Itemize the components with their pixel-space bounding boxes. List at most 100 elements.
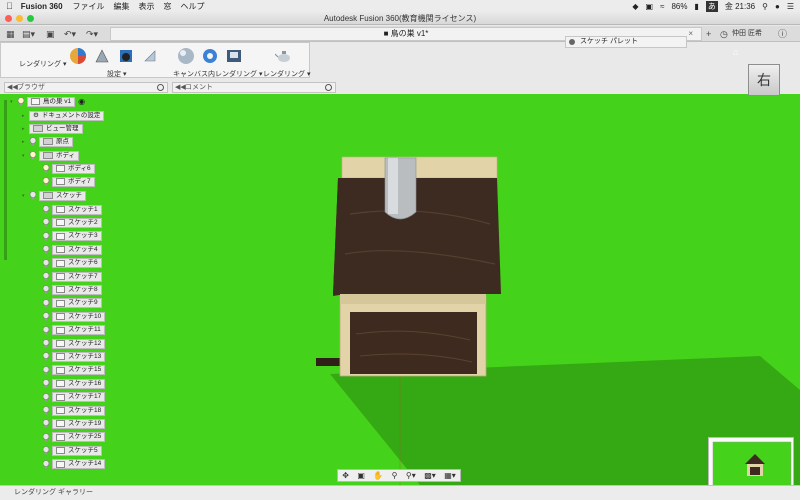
viewcube[interactable]: 右 <box>748 64 780 96</box>
origin-label[interactable]: 原点 <box>39 136 73 147</box>
tree-item-sketch[interactable]: スケッチ18 <box>42 405 106 416</box>
tree-item-sketch[interactable]: スケッチ9 <box>42 298 102 309</box>
tree-item-sketches[interactable]: ▾ スケッチ <box>22 190 86 201</box>
tree-root[interactable]: ▾ 鳥の巣 v1 ◉ <box>10 96 85 107</box>
sketch-label[interactable]: スケッチ16 <box>52 378 106 389</box>
visibility-bulb-icon[interactable] <box>42 312 50 321</box>
pan-icon[interactable]: ✋ <box>373 471 383 480</box>
tree-item-sketch[interactable]: スケッチ13 <box>42 351 106 362</box>
sketch-label[interactable]: スケッチ5 <box>52 445 102 456</box>
comment-pin-icon[interactable] <box>325 84 332 91</box>
minimize-window-button[interactable] <box>16 15 23 22</box>
capture-image-icon[interactable] <box>225 47 243 65</box>
grid-icon[interactable]: ▦ <box>6 28 15 40</box>
ime-indicator[interactable]: あ <box>705 0 718 12</box>
canvas-render-group-label[interactable]: キャンバス内レンダリング ▾ <box>173 69 262 79</box>
zoom-window-button[interactable] <box>27 15 34 22</box>
visibility-bulb-icon[interactable] <box>29 137 37 146</box>
tree-item-sketch[interactable]: スケッチ10 <box>42 311 106 322</box>
sketch-label[interactable]: スケッチ19 <box>52 418 106 429</box>
sketch-palette-header[interactable]: スケッチ パレット <box>565 36 687 48</box>
home-view-icon[interactable]: ⌂ <box>733 47 743 57</box>
close-tab-icon[interactable]: × <box>688 28 693 40</box>
visibility-bulb-icon[interactable] <box>29 151 37 160</box>
visibility-bulb-icon[interactable] <box>29 191 37 200</box>
palette-toggle-icon[interactable] <box>569 39 575 45</box>
tree-item-view-mgmt[interactable]: ▸ ビュー管理 <box>22 123 83 134</box>
comment-panel-header[interactable]: ◀◀ コメント <box>172 82 336 93</box>
tree-item-sketch[interactable]: スケッチ8 <box>42 284 102 295</box>
texture-map-icon[interactable] <box>117 47 135 65</box>
appearance-icon[interactable] <box>93 47 111 65</box>
sketch-label[interactable]: スケッチ18 <box>52 405 106 416</box>
close-window-button[interactable] <box>5 15 12 22</box>
visibility-bulb-icon[interactable] <box>42 177 50 186</box>
grid-settings-icon[interactable]: ▦▾ <box>444 471 456 480</box>
menu-view[interactable]: 表示 <box>139 1 155 12</box>
browser-pin-icon[interactable] <box>157 84 164 91</box>
display-settings-icon[interactable]: ▩▾ <box>424 471 436 480</box>
siri-icon[interactable]: ● <box>775 2 780 11</box>
undo-icon[interactable]: ↶▾ <box>64 28 76 40</box>
tree-item-sketch[interactable]: スケッチ17 <box>42 392 106 403</box>
sketch-label[interactable]: スケッチ4 <box>52 244 102 255</box>
visibility-bulb-icon[interactable] <box>42 339 50 348</box>
tree-item-sketch[interactable]: スケッチ5 <box>42 445 102 456</box>
help-icon[interactable]: ⓘ <box>778 28 787 40</box>
fit-icon[interactable]: ⚲▾ <box>406 471 416 480</box>
expand-arrow-icon[interactable]: ▾ <box>22 153 28 159</box>
tree-item-sketch[interactable]: スケッチ6 <box>42 258 102 269</box>
tree-item-body-6[interactable]: ボディ6 <box>42 163 95 174</box>
sketch-label[interactable]: スケッチ3 <box>52 231 102 242</box>
sketch-label[interactable]: スケッチ25 <box>52 432 106 443</box>
sketches-label[interactable]: スケッチ <box>39 190 86 201</box>
tree-item-sketch[interactable]: スケッチ7 <box>42 271 102 282</box>
visibility-bulb-icon[interactable] <box>42 446 50 455</box>
sketch-label[interactable]: スケッチ13 <box>52 351 106 362</box>
expand-arrow-icon[interactable]: ▸ <box>22 139 28 145</box>
expand-arrow-icon[interactable]: ▸ <box>22 126 28 132</box>
notification-icon[interactable]: ☰ <box>787 2 794 11</box>
setup-group-label[interactable]: 設定 ▾ <box>107 69 126 79</box>
sketch-label[interactable]: スケッチ6 <box>52 258 102 269</box>
visibility-bulb-icon[interactable] <box>42 459 50 469</box>
visibility-bulb-icon[interactable] <box>42 392 50 402</box>
visibility-bulb-icon[interactable] <box>42 298 50 308</box>
body-6-label[interactable]: ボディ6 <box>52 163 95 174</box>
body-7-label[interactable]: ボディ7 <box>52 176 95 187</box>
visibility-bulb-icon[interactable] <box>42 379 50 388</box>
battery-icon[interactable]: ▮ <box>694 2 698 11</box>
workspace-selector[interactable]: レンダリング ▾ <box>19 59 66 69</box>
file-icon[interactable]: ▤▾ <box>22 28 35 40</box>
visibility-bulb-icon[interactable] <box>42 231 50 241</box>
tree-item-sketch[interactable]: スケッチ11 <box>42 325 105 336</box>
tree-item-sketch[interactable]: スケッチ16 <box>42 378 106 389</box>
tree-item-body-7[interactable]: ボディ7 <box>42 176 95 187</box>
user-name[interactable]: 仲田 匠希 <box>732 28 762 40</box>
collapse-arrow-icon[interactable]: ◀◀ <box>7 83 18 92</box>
tree-item-sketch[interactable]: スケッチ2 <box>42 217 102 228</box>
sketch-label[interactable]: スケッチ10 <box>52 311 106 322</box>
active-radio-icon[interactable]: ◉ <box>78 97 85 106</box>
sketch-label[interactable]: スケッチ11 <box>52 325 105 336</box>
app-name-menu[interactable]: Fusion 360 <box>21 2 63 11</box>
clock-icon[interactable]: ◷ <box>720 28 728 40</box>
visibility-bulb-icon[interactable] <box>17 97 25 106</box>
sketch-label[interactable]: スケッチ17 <box>52 392 106 403</box>
sketch-label[interactable]: スケッチ8 <box>52 284 102 295</box>
zoom-icon[interactable]: ⚲ <box>392 471 398 480</box>
visibility-bulb-icon[interactable] <box>42 164 50 173</box>
dropbox-icon[interactable]: ◆ <box>632 2 638 11</box>
new-tab-icon[interactable]: + <box>706 28 711 40</box>
tree-item-origin[interactable]: ▸ 原点 <box>22 136 73 147</box>
sketch-label[interactable]: スケッチ14 <box>52 459 106 470</box>
3d-viewport[interactable] <box>0 94 800 485</box>
render-group-label[interactable]: レンダリング ▾ <box>263 69 310 79</box>
visibility-bulb-icon[interactable] <box>42 205 50 214</box>
visibility-bulb-icon[interactable] <box>42 406 50 415</box>
redo-icon[interactable]: ↷▾ <box>86 28 98 40</box>
tree-item-sketch[interactable]: スケッチ25 <box>42 432 106 443</box>
sketch-label[interactable]: スケッチ7 <box>52 271 102 282</box>
visibility-bulb-icon[interactable] <box>42 325 50 335</box>
sketch-label[interactable]: スケッチ2 <box>52 217 102 228</box>
